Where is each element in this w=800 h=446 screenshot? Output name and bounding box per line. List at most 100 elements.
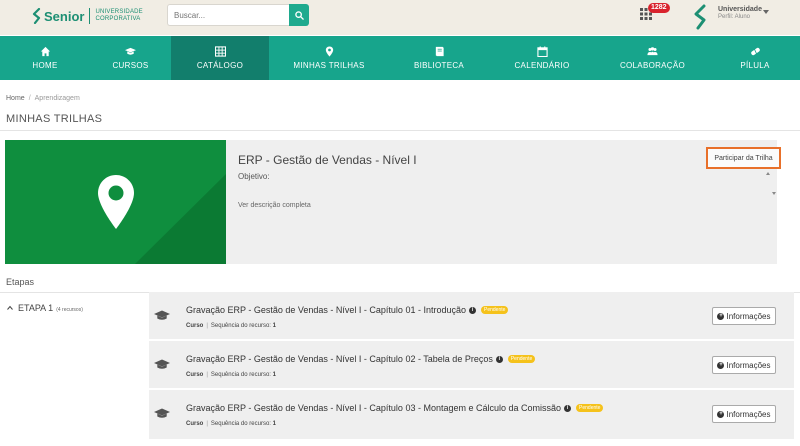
graduation-cap-icon <box>154 359 170 369</box>
breadcrumb-separator: / <box>28 95 31 102</box>
users-icon <box>647 47 658 56</box>
resource-sequence-label: Sequência do recurso: <box>210 421 271 427</box>
logo-subtitle: UNIVERSIDADE CORPORATIVA <box>95 9 142 23</box>
nav-item-calendario[interactable]: CALENDÁRIO <box>489 36 595 80</box>
search-box <box>167 4 309 26</box>
nav-label-catalogo: CATÁLOGO <box>196 61 244 70</box>
resource-title-text: Gravação ERP - Gestão de Vendas - Nível … <box>186 354 493 364</box>
user-avatar-logo-icon[interactable] <box>693 4 709 30</box>
resource-type: Curso <box>186 421 204 427</box>
nav-item-biblioteca[interactable]: BIBLIOTECA <box>389 36 489 80</box>
nav-item-colaboracao[interactable]: COLABORAÇÃO <box>595 36 710 80</box>
trail-objective-label: Objetivo: <box>238 172 270 181</box>
nav-item-cursos[interactable]: CURSOS <box>90 36 171 80</box>
resource-type: Curso <box>186 323 204 329</box>
graduation-cap-icon <box>125 47 136 55</box>
informacoes-button[interactable]: + Informações <box>712 307 776 325</box>
resource-title[interactable]: Gravação ERP - Gestão de Vendas - Nível … <box>186 403 604 413</box>
resource-type: Curso <box>186 372 204 378</box>
logo-name: Senior <box>44 8 85 24</box>
informacoes-label: Informações <box>726 311 771 321</box>
informacoes-button[interactable]: + Informações <box>712 356 776 374</box>
breadcrumb-current: Aprendizagem <box>34 95 80 102</box>
home-icon <box>40 46 50 57</box>
nav-item-pilula[interactable]: PÍLULA <box>710 36 800 80</box>
plus-icon: + <box>717 312 725 320</box>
nav-label-colaboracao: COLABORAÇÃO <box>619 61 686 70</box>
nav-item-catalogo[interactable]: CATÁLOGO <box>171 36 269 80</box>
stages-title: Etapas <box>6 277 35 287</box>
resource-title-text: Gravação ERP - Gestão de Vendas - Nível … <box>186 403 562 413</box>
resource-sequence-label: Sequência do recurso: <box>210 323 271 329</box>
map-marker-icon <box>325 46 333 57</box>
grid-icon <box>214 46 226 57</box>
resource-title[interactable]: Gravação ERP - Gestão de Vendas - Nível … <box>186 354 536 364</box>
user-name: Universidade <box>718 6 762 13</box>
plus-icon: + <box>717 410 725 418</box>
stage-count: (4 recursos) <box>56 307 83 313</box>
logo-sub-line1: UNIVERSIDADE <box>95 9 143 15</box>
nav-label-cursos: CURSOS <box>112 61 149 70</box>
informacoes-label: Informações <box>726 360 771 370</box>
notification-badge: 1282 <box>648 3 670 13</box>
status-badge: Pendente <box>480 306 509 314</box>
resource-row: Gravação ERP - Gestão de Vendas - Nível … <box>149 292 794 340</box>
resource-meta: Curso | Sequência do recurso: 1 <box>186 372 276 378</box>
informacoes-label: Informações <box>726 409 771 419</box>
info-icon[interactable]: i <box>564 404 572 412</box>
resource-row: Gravação ERP - Gestão de Vendas - Nível … <box>149 341 794 389</box>
top-bar: Senior UNIVERSIDADE CORPORATIVA 1282 Uni… <box>0 0 800 35</box>
nav-label-pilula: PÍLULA <box>740 61 770 70</box>
stage-toggle[interactable]: ETAPA 1 (4 recursos) <box>7 303 83 313</box>
scroll-up-arrow-icon[interactable] <box>766 172 770 175</box>
breadcrumb: Home / Aprendizagem <box>6 95 80 102</box>
resource-title[interactable]: Gravação ERP - Gestão de Vendas - Nível … <box>186 305 509 315</box>
resource-meta: Curso | Sequência do recurso: 1 <box>186 323 276 329</box>
graduation-cap-icon <box>154 408 170 418</box>
chevron-up-icon <box>7 305 13 310</box>
search-input[interactable] <box>167 4 289 26</box>
informacoes-button[interactable]: + Informações <box>712 405 776 423</box>
page-title: MINHAS TRILHAS <box>6 113 103 125</box>
breadcrumb-home[interactable]: Home <box>6 95 25 102</box>
search-icon <box>294 10 304 20</box>
title-divider <box>0 130 800 131</box>
scroll-down-arrow-icon[interactable] <box>772 192 776 195</box>
info-icon[interactable]: i <box>495 355 503 363</box>
nav-item-home[interactable]: HOME <box>0 36 90 80</box>
nav-label-calendario: CALENDÁRIO <box>514 61 570 70</box>
resource-row: Gravação ERP - Gestão de Vendas - Nível … <box>149 390 794 440</box>
join-trail-button[interactable]: Participar da Trilha <box>706 147 781 169</box>
trail-banner-image <box>5 140 226 264</box>
status-badge: Pendente <box>507 355 536 363</box>
search-button[interactable] <box>289 4 309 26</box>
see-full-description-link[interactable]: Ver descrição completa <box>238 202 311 209</box>
info-icon[interactable]: i <box>468 306 476 314</box>
chevron-down-icon[interactable] <box>763 10 769 14</box>
resource-sequence: 1 <box>272 323 276 329</box>
logo-separator <box>89 8 91 24</box>
resource-meta: Curso | Sequência do recurso: 1 <box>186 421 276 427</box>
graduation-cap-icon <box>154 310 170 320</box>
resource-sequence: 1 <box>272 421 276 427</box>
nav-item-minhas-trilhas[interactable]: MINHAS TRILHAS <box>269 36 389 80</box>
resource-title-text: Gravação ERP - Gestão de Vendas - Nível … <box>186 305 466 315</box>
senior-s-logo-icon <box>32 8 41 24</box>
map-marker-icon <box>98 175 134 229</box>
plus-icon: + <box>717 361 725 369</box>
calendar-icon <box>536 46 548 57</box>
status-badge: Pendente <box>576 404 604 412</box>
book-icon <box>435 46 444 57</box>
resource-sequence: 1 <box>272 372 276 378</box>
stage-name: ETAPA 1 <box>18 303 54 313</box>
nav-label-biblioteca: BIBLIOTECA <box>413 61 465 70</box>
user-profile: Perfil: Aluno <box>718 14 751 20</box>
trail-title: ERP - Gestão de Vendas - Nível I <box>238 153 417 167</box>
pill-icon <box>750 47 760 56</box>
nav-label-minhas-trilhas: MINHAS TRILHAS <box>293 61 365 70</box>
senior-logo[interactable]: Senior UNIVERSIDADE CORPORATIVA <box>32 8 143 24</box>
user-menu[interactable]: Universidade Perfil: Aluno <box>718 6 762 20</box>
logo-sub-line2: CORPORATIVA <box>95 16 141 22</box>
nav-label-home: HOME <box>32 61 58 70</box>
main-nav: HOME CURSOS CATÁLOGO MINHAS TRILHAS BIBL… <box>0 36 800 80</box>
